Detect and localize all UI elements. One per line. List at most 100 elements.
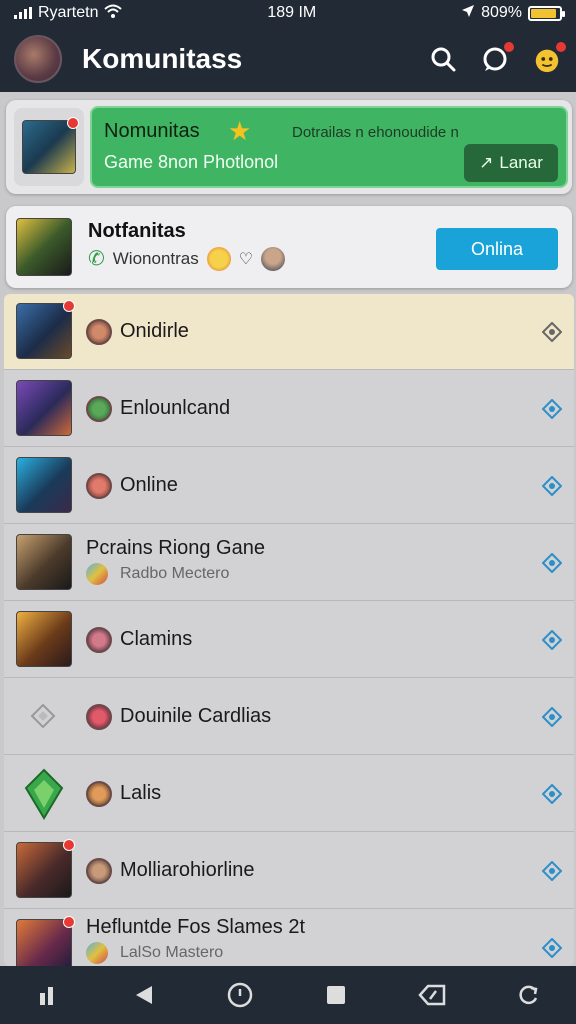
- battery-icon: [528, 5, 565, 21]
- list-item[interactable]: Pcrains Riong Gane Radbo Mectero: [4, 525, 574, 601]
- diamond-icon[interactable]: [540, 551, 564, 575]
- avatar: [86, 858, 112, 884]
- heart-icon: ♡: [238, 250, 254, 268]
- notification-title: Notfanitas: [88, 220, 186, 242]
- recent-icon: [327, 986, 345, 1004]
- notification-button[interactable]: [532, 42, 566, 74]
- nav-tag-button[interactable]: [412, 975, 452, 1015]
- list-item-title: Enlounlcand: [120, 397, 231, 419]
- game-thumbnail: [16, 380, 72, 436]
- notification-badge: [556, 42, 566, 52]
- location-arrow-icon: [461, 4, 475, 23]
- nav-recent-button[interactable]: [316, 975, 356, 1015]
- list-item-title: Online: [120, 474, 178, 496]
- list-item-title: Douinile Cardlias: [120, 705, 272, 727]
- list-item-title: Clamins: [120, 628, 193, 650]
- promo-thumbnail: [14, 108, 84, 186]
- tag-icon: [418, 984, 446, 1006]
- avatar: [86, 396, 112, 422]
- list-item[interactable]: Lalis: [4, 756, 574, 832]
- notification-card[interactable]: Notfanitas ✆ Wionontras ♡ Onlina: [6, 206, 572, 288]
- star-icon: ★: [228, 116, 252, 146]
- signal-icon: [14, 7, 32, 19]
- list-item[interactable]: Molliarohiorline: [4, 833, 574, 909]
- list-item-title: Pcrains Riong Gane: [86, 537, 265, 559]
- list-item[interactable]: Online: [4, 448, 574, 524]
- game-thumbnail: [16, 300, 75, 359]
- promo-banner[interactable]: Nomunitas ★ Dotrailas n ehonoudide n Gam…: [90, 106, 568, 188]
- thumbnail-badge: [63, 916, 75, 928]
- back-icon: [136, 986, 152, 1004]
- search-button[interactable]: [428, 44, 458, 74]
- battery-percent: 809%: [481, 4, 522, 21]
- avatar: [86, 563, 108, 585]
- avatar: [86, 942, 108, 964]
- status-left: Ryartetn: [14, 4, 123, 23]
- list-item[interactable]: Clamins: [4, 602, 574, 678]
- list-item[interactable]: Douinile Cardlias: [4, 679, 574, 755]
- list-item[interactable]: Enlounlcand: [4, 371, 574, 447]
- nav-back-button[interactable]: [124, 975, 164, 1015]
- chat-button[interactable]: [480, 42, 514, 74]
- bottom-navigation: [0, 966, 576, 1024]
- nav-home-button[interactable]: [220, 975, 260, 1015]
- emoji-avatar: [206, 246, 231, 271]
- list-item-title: Molliarohiorline: [120, 859, 255, 881]
- promo-button-label: Lanar: [499, 153, 543, 172]
- emblem-icon: [22, 768, 66, 825]
- battery-level: [531, 8, 557, 18]
- thumbnail-badge: [63, 839, 75, 851]
- status-right: 809%: [461, 4, 565, 23]
- promo-card[interactable]: Nomunitas ★ Dotrailas n ehonoudide n Gam…: [6, 100, 572, 194]
- notification-subtitle: Wionontras: [112, 248, 199, 268]
- online-button[interactable]: Onlina: [436, 228, 558, 270]
- avatar: [86, 781, 112, 807]
- promo-title: Nomunitas: [104, 120, 200, 142]
- home-icon: [227, 982, 253, 1008]
- game-thumbnail: [16, 611, 72, 667]
- game-thumbnail: [22, 117, 79, 174]
- profile-avatar[interactable]: [14, 35, 62, 83]
- diamond-icon[interactable]: [540, 474, 564, 498]
- list-item-subtitle: LalSo Mastero: [120, 944, 224, 961]
- avatar: [86, 319, 112, 345]
- diamond-icon[interactable]: [540, 705, 564, 729]
- diamond-icon[interactable]: [540, 320, 564, 344]
- user-avatar: [261, 246, 286, 271]
- phone-icon: ✆: [88, 248, 105, 270]
- list-item[interactable]: Onidirle: [4, 294, 574, 370]
- chat-badge: [504, 42, 514, 52]
- list-item-subtitle: Radbo Mectero: [120, 565, 230, 582]
- search-icon: [431, 47, 456, 72]
- appbar-actions: [428, 42, 566, 74]
- bars-icon: [40, 987, 53, 1005]
- diamond-icon[interactable]: [540, 936, 564, 960]
- diamond-icon[interactable]: [540, 782, 564, 806]
- game-thumbnail: [16, 534, 72, 590]
- list-item[interactable]: Hefluntde Fos Slames 2t LalSo Mastero: [4, 910, 574, 966]
- list-item-title: Onidirle: [120, 320, 189, 342]
- community-list: Onidirle Enlounlcand Online Pcrains Rion…: [4, 294, 574, 966]
- game-thumbnail: [16, 457, 72, 513]
- thumbnail-badge: [67, 117, 79, 129]
- nav-bars-button[interactable]: [28, 975, 68, 1015]
- wifi-icon: [104, 4, 123, 23]
- carrier-label: Ryartetn: [38, 4, 99, 21]
- avatar: [86, 627, 112, 653]
- notification-details: ✆ Wionontras ♡: [88, 246, 286, 271]
- page-title: Komunitass: [82, 43, 243, 74]
- diamond-icon[interactable]: [540, 397, 564, 421]
- app-bar: Komunitass: [0, 26, 576, 92]
- nav-refresh-button[interactable]: [508, 975, 548, 1015]
- refresh-icon: [519, 985, 538, 1005]
- avatar: [86, 473, 112, 499]
- game-thumbnail: [16, 916, 75, 966]
- diamond-icon[interactable]: [540, 628, 564, 652]
- promo-description: Dotrailas n ehonoudide n: [292, 124, 459, 141]
- promo-subtitle: Game 8non Photlonol: [104, 152, 279, 172]
- clock: 189 IM: [267, 4, 317, 21]
- diamond-icon[interactable]: [540, 859, 564, 883]
- avatar: [86, 704, 112, 730]
- promo-launch-button[interactable]: ↗ Lanar: [464, 144, 558, 182]
- list-item-title: Hefluntde Fos Slames 2t: [86, 916, 305, 938]
